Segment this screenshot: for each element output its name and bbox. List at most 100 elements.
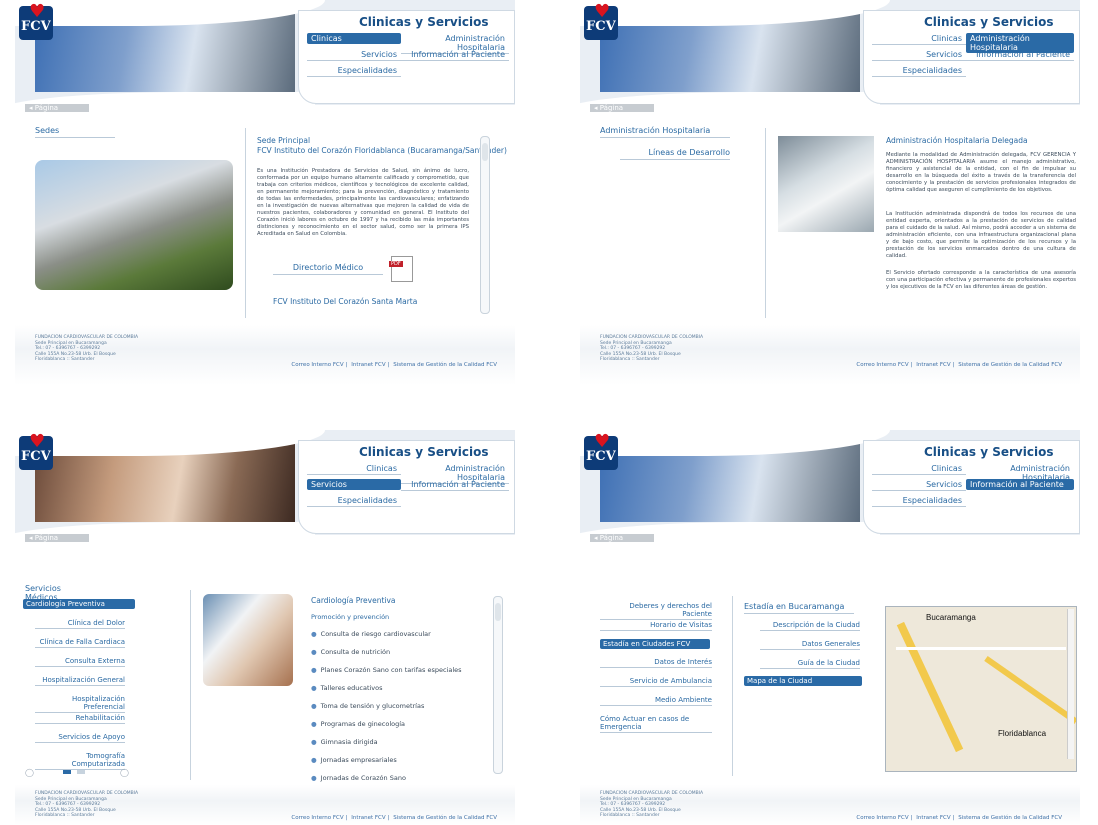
footer-link-calidad[interactable]: Sistema de Gestión de la Calidad FCV [393,815,497,821]
info-item[interactable]: Cómo Actuar en casos de Emergencia [600,715,712,733]
ciudad-item[interactable]: Descripción de la Ciudad [760,621,860,631]
menu-servicios[interactable]: Servicios [307,49,401,61]
pagina-back-button[interactable]: ◂ Página [590,104,654,112]
menu-title: Clinicas y Servicios [924,15,1054,29]
menu-clinicas[interactable]: Clinicas [872,463,966,475]
servicio-item[interactable]: Tomografía Computarizada [35,752,125,770]
menu-informacion[interactable]: Información al Paciente [966,479,1074,490]
menu-clinicas[interactable]: Clinicas [307,33,401,44]
footer-link-intranet[interactable]: Intranet FCV [351,815,385,821]
servicio-item[interactable]: Hospitalización General [35,676,125,686]
menu-especialidades[interactable]: Especialidades [307,65,401,77]
carousel-dot-active[interactable] [63,770,71,774]
menu-informacion[interactable]: Información al Paciente [401,479,509,491]
menu-informacion[interactable]: Información al Paciente [401,49,509,61]
servicio-item[interactable]: Clínica del Dolor [35,619,125,629]
fcv-logo[interactable]: ♥ FCV [584,3,618,40]
info-item[interactable]: Estadía en Ciudades FCV [600,639,710,649]
content-paragraph: El Servicio ofertado corresponde a la ca… [886,270,1076,290]
service-bullet[interactable]: ● Planes Corazón Sano con tarifas especia… [311,666,462,674]
ciudad-item[interactable]: Guía de la Ciudad [760,659,860,669]
lineas-desarrollo-link[interactable]: Líneas de Desarrollo [620,148,730,160]
menu-especialidades[interactable]: Especialidades [307,495,401,507]
scrollbar[interactable] [480,136,490,314]
service-bullet[interactable]: ● Jornadas de Corazón Sano [311,774,406,782]
magnifier-icon: ● [311,774,317,782]
fcv-logo[interactable]: ♥ FCV [19,3,53,40]
menu-title: Clinicas y Servicios [924,445,1054,459]
pagina-back-button[interactable]: ◂ Página [590,534,654,542]
servicio-item[interactable]: Consulta Externa [35,657,125,667]
logo-text: FCV [21,19,51,34]
info-item[interactable]: Medio Ambiente [600,696,712,706]
carousel-next-icon[interactable]: ◯ [120,768,129,777]
pagina-back-button[interactable]: ◂ Página [25,534,89,542]
map-road [896,647,1066,650]
scroll-thumb[interactable] [482,143,488,161]
footer-link-calidad[interactable]: Sistema de Gestión de la Calidad FCV [958,815,1062,821]
servicio-item[interactable]: Clínica de Falla Cardiaca [35,638,125,648]
ciudad-item[interactable]: Datos Generales [760,640,860,650]
service-bullet[interactable]: ● Talleres educativos [311,684,383,692]
footer-link-calidad[interactable]: Sistema de Gestión de la Calidad FCV [958,362,1062,368]
scrollbar[interactable] [493,596,503,774]
service-bullet[interactable]: ● Jornadas empresariales [311,756,397,764]
footer-link-calidad[interactable]: Sistema de Gestión de la Calidad FCV [393,362,497,368]
header-banner: ♥ FCV Clinicas y Servicios Clinicas Admi… [15,0,515,112]
pagina-label: Página [599,534,624,542]
menu-clinicas[interactable]: Clinicas [872,33,966,45]
scroll-thumb[interactable] [495,603,501,621]
footer-link-correo[interactable]: Correo Interno FCV [856,362,908,368]
menu-clinicas[interactable]: Clinicas [307,463,401,475]
footer-line: FUNDACION CARDIOVASCULAR DE COLOMBIA [35,791,139,796]
menu-servicios[interactable]: Servicios [307,479,401,490]
service-bullet[interactable]: ● Toma de tensión y glucometrías [311,702,424,710]
magnifier-icon: ● [311,666,317,674]
info-item[interactable]: Deberes y derechos del Paciente [600,602,712,620]
servicio-item[interactable]: Cardiología Preventiva [23,599,135,609]
next-sede-link[interactable]: FCV Instituto Del Corazón Santa Marta [273,297,417,306]
pdf-icon[interactable]: PDF [389,256,413,282]
servicio-item[interactable]: Hospitalización Preferencial [35,695,125,713]
main-menu: Clinicas y Servicios Clinicas Administra… [298,10,515,104]
service-bullet[interactable]: ● Consulta de nutrición [311,648,390,656]
ciudad-item[interactable]: Mapa de la Ciudad [744,676,862,686]
footer-link-correo[interactable]: Correo Interno FCV [291,815,343,821]
servicio-item[interactable]: Rehabilitación [35,714,125,724]
footer-link-intranet[interactable]: Intranet FCV [351,362,385,368]
menu-especialidades[interactable]: Especialidades [872,65,966,77]
directorio-link[interactable]: Directorio Médico [273,263,383,275]
menu-informacion[interactable]: Información al Paciente [966,49,1074,61]
footer-line: Floridablanca :: Santander [600,357,660,362]
panel-administracion: ♥ FCV Clinicas y Servicios Clinicas Admi… [580,0,1080,395]
footer-link-intranet[interactable]: Intranet FCV [916,815,950,821]
fcv-logo[interactable]: ♥ FCV [584,433,618,470]
map-label: Floridablanca [998,729,1047,738]
map-scrollbar[interactable] [1067,609,1074,759]
footer: FUNDACION CARDIOVASCULAR DE COLOMBIA Sed… [580,785,1080,825]
service-bullet[interactable]: ● Consulta de riesgo cardiovascular [311,630,431,638]
info-item[interactable]: Horario de Visitas [600,621,712,631]
fcv-logo[interactable]: ♥ FCV [19,433,53,470]
footer-line: FUNDACION CARDIOVASCULAR DE COLOMBIA [35,335,139,340]
carousel-prev-icon[interactable]: ◯ [25,768,34,777]
info-item[interactable]: Datos de Interés [600,658,712,668]
menu-servicios[interactable]: Servicios [872,479,966,491]
pagina-back-button[interactable]: ◂ Página [25,104,89,112]
footer-link-correo[interactable]: Correo Interno FCV [856,815,908,821]
magnifier-icon: ● [311,702,317,710]
magnifier-icon: ● [311,648,317,656]
info-item[interactable]: Servicio de Ambulancia [600,677,712,687]
servicio-item[interactable]: Servicios de Apoyo [35,733,125,743]
main-menu: Clinicas y Servicios Clinicas Administra… [863,10,1080,104]
service-bullet[interactable]: ● Gimnasia dirigida [311,738,378,746]
footer-link-intranet[interactable]: Intranet FCV [916,362,950,368]
magnifier-icon: ● [311,756,317,764]
menu-servicios[interactable]: Servicios [872,49,966,61]
footer-links: Correo Interno FCV | Intranet FCV | Sistem… [291,362,497,368]
footer-link-correo[interactable]: Correo Interno FCV [291,362,343,368]
service-bullet[interactable]: ● Programas de ginecología [311,720,405,728]
menu-especialidades[interactable]: Especialidades [872,495,966,507]
carousel-dot[interactable] [77,770,85,774]
city-map[interactable]: Bucaramanga Floridablanca [885,606,1077,772]
